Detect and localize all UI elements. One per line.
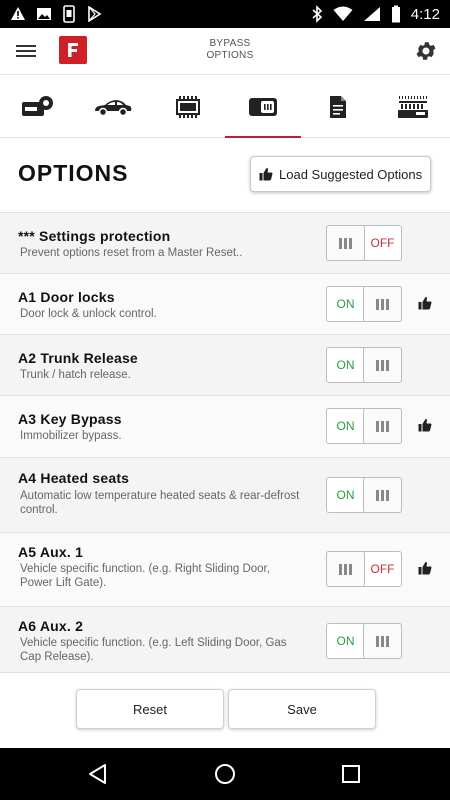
option-toggle-a5-aux-1[interactable]: OFF [326, 551, 402, 587]
option-title: A1 Door locks [18, 289, 115, 305]
option-toggle-a6-aux-2[interactable]: ON [326, 623, 402, 659]
app-header: BYPASS OPTIONS [0, 28, 450, 74]
option-toggle-a1-door-locks[interactable]: ON [326, 286, 402, 322]
option-toggle-settings-protection[interactable]: OFF [326, 225, 402, 261]
status-right: 4:12 [311, 5, 440, 23]
tab-vehicle[interactable] [75, 75, 150, 139]
option-row-a5-aux-1: A5 Aux. 1 Vehicle specific function. (e.… [0, 533, 450, 607]
option-toggle-a4-heated-seats[interactable]: ON [326, 477, 402, 513]
toggle-knob [363, 408, 402, 444]
hamburger-line [16, 45, 36, 47]
option-title: A6 Aux. 2 [18, 618, 84, 634]
tab-remote[interactable] [375, 75, 450, 139]
warning-icon [11, 7, 25, 20]
option-row-a2-trunk-release: A2 Trunk Release Trunk / hatch release. … [0, 335, 450, 396]
option-row-a3-key-bypass: A3 Key Bypass Immobilizer bypass. ON [0, 396, 450, 458]
suggested-thumbs-up-icon [418, 561, 432, 575]
option-description: Trunk / hatch release. [20, 369, 131, 381]
document-icon [329, 96, 346, 118]
home-icon[interactable] [213, 762, 237, 786]
bypass-options-screen: 4:12 BYPASS OPTIONS OPTIONS Load Suggest… [0, 0, 450, 800]
tab-notes[interactable] [300, 75, 375, 139]
tab-module[interactable] [0, 75, 75, 139]
page-title-line2: OPTIONS [206, 50, 254, 61]
toggle-state-label: OFF [370, 562, 395, 576]
bottom-action-bar: Reset Save [0, 672, 450, 748]
toggle-state-label: ON [336, 488, 355, 502]
load-suggested-options-button[interactable]: Load Suggested Options [250, 156, 431, 192]
bluetooth-icon [312, 5, 322, 23]
option-row-a4-heated-seats: A4 Heated seats Automatic low temperatur… [0, 458, 450, 533]
options-list[interactable]: *** Settings protection Prevent options … [0, 212, 450, 672]
option-description: Automatic low temperature heated seats &… [20, 490, 300, 516]
toggle-knob [326, 225, 365, 261]
battery-icon [391, 5, 400, 23]
toggle-state-label: ON [336, 419, 355, 433]
toggle-knob [363, 347, 402, 383]
option-description: Vehicle specific function. (e.g. Left Sl… [20, 637, 287, 663]
signal-icon [363, 7, 380, 21]
tab-firmware[interactable] [150, 75, 225, 139]
option-row-settings-protection: *** Settings protection Prevent options … [0, 213, 450, 274]
option-toggle-a3-key-bypass[interactable]: ON [326, 408, 402, 444]
option-row-a6-aux-2: A6 Aux. 2 Vehicle specific function. (e.… [0, 607, 450, 672]
menu-button[interactable] [16, 40, 42, 62]
page-title: BYPASS OPTIONS [170, 38, 290, 62]
save-button[interactable]: Save [228, 689, 376, 729]
option-title: A5 Aux. 1 [18, 544, 84, 560]
wifi-icon [333, 6, 353, 21]
toggle-state-label: ON [336, 358, 355, 372]
option-description: Prevent options reset from a Master Rese… [20, 247, 243, 259]
module-settings-icon [21, 96, 53, 116]
remote-icon [397, 96, 428, 118]
toggle-knob [363, 477, 402, 513]
reset-button[interactable]: Reset [76, 689, 224, 729]
logo-mark [68, 43, 78, 57]
chip-icon [175, 96, 200, 118]
phone-icon [63, 5, 75, 23]
option-row-a1-door-locks: A1 Door locks Door lock & unlock control… [0, 274, 450, 335]
load-suggested-options-label: Load Suggested Options [279, 166, 423, 182]
image-icon [37, 8, 51, 20]
hamburger-line [16, 50, 36, 52]
recents-icon[interactable] [339, 762, 363, 786]
status-bar: 4:12 [0, 0, 450, 28]
option-description: Vehicle specific function. (e.g. Right S… [20, 563, 270, 589]
option-toggle-a2-trunk-release[interactable]: ON [326, 347, 402, 383]
option-description: Immobilizer bypass. [20, 430, 122, 442]
toggle-state-label: ON [336, 634, 355, 648]
toggle-knob [363, 623, 402, 659]
option-title: A2 Trunk Release [18, 350, 138, 366]
option-title: *** Settings protection [18, 228, 171, 244]
toggle-knob [326, 551, 365, 587]
gear-icon[interactable] [414, 39, 438, 63]
car-icon [94, 100, 131, 117]
option-title: A4 Heated seats [18, 470, 130, 486]
switch-icon [248, 98, 277, 116]
hamburger-line [16, 55, 36, 57]
toggle-knob [363, 286, 402, 322]
suggested-thumbs-up-icon [418, 296, 432, 310]
status-left [10, 5, 102, 23]
system-nav-bar [0, 748, 450, 800]
app-logo [59, 36, 87, 64]
page-title-line1: BYPASS [209, 38, 251, 49]
options-title: OPTIONS [18, 160, 129, 186]
status-time: 4:12 [410, 5, 440, 23]
tab-options[interactable] [225, 75, 300, 139]
tab-bar [0, 74, 450, 139]
toggle-state-label: OFF [370, 236, 395, 250]
play-store-icon [88, 6, 102, 22]
option-title: A3 Key Bypass [18, 411, 122, 427]
toggle-state-label: ON [336, 297, 355, 311]
suggested-thumbs-up-icon [418, 418, 432, 432]
thumbs-up-icon [259, 167, 273, 181]
option-description: Door lock & unlock control. [20, 308, 157, 320]
options-header: OPTIONS Load Suggested Options [0, 138, 450, 212]
back-icon[interactable] [86, 762, 110, 786]
